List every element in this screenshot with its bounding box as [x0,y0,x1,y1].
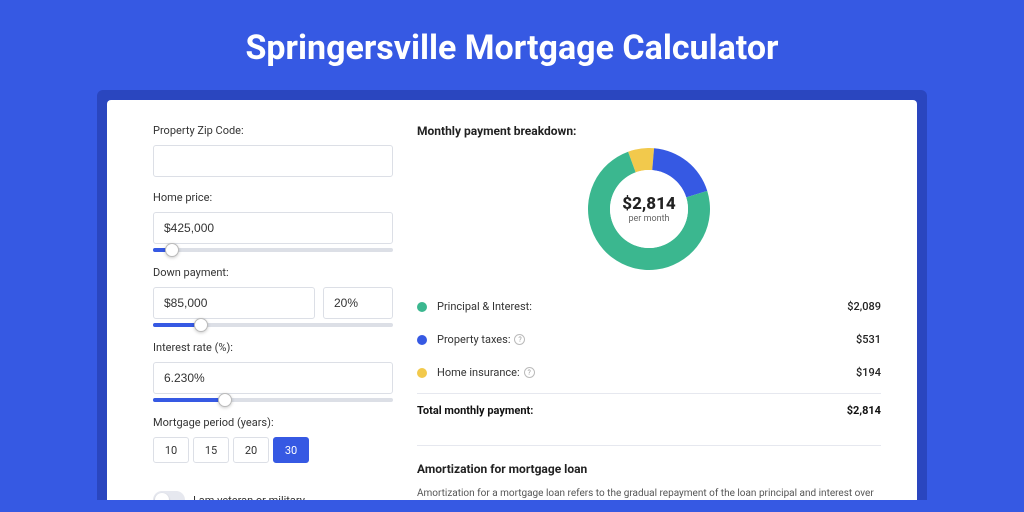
period-button-30[interactable]: 30 [273,437,309,463]
down-payment-field-block: Down payment: [153,266,393,327]
breakdown-value: $2,089 [847,300,881,313]
total-label: Total monthly payment: [417,404,847,417]
calculator-card: Property Zip Code: Home price: Down paym… [107,100,917,500]
period-label: Mortgage period (years): [153,416,393,429]
breakdown-value: $531 [856,333,881,346]
donut-center-value: $2,814 [622,194,675,214]
interest-input[interactable] [153,362,393,394]
period-button-10[interactable]: 10 [153,437,189,463]
inputs-column: Property Zip Code: Home price: Down paym… [153,124,393,500]
down-payment-slider[interactable] [153,323,393,327]
veteran-toggle[interactable] [153,491,185,500]
legend-dot [417,302,427,312]
zip-input[interactable] [153,145,393,177]
breakdown-value: $194 [856,366,881,379]
slider-thumb[interactable] [218,393,232,407]
amortization-section: Amortization for mortgage loan Amortizat… [417,445,881,500]
legend-dot [417,335,427,345]
slider-thumb[interactable] [165,243,179,257]
legend-dot [417,368,427,378]
period-button-group: 10152030 [153,437,393,463]
interest-label: Interest rate (%): [153,341,393,354]
breakdown-row: Property taxes:?$531 [417,323,881,356]
down-payment-label: Down payment: [153,266,393,279]
period-field-block: Mortgage period (years): 10152030 [153,416,393,463]
breakdown-label: Property taxes:? [437,333,856,346]
breakdown-label: Home insurance:? [437,366,856,379]
zip-field-block: Property Zip Code: [153,124,393,177]
card-backdrop: Property Zip Code: Home price: Down paym… [97,90,927,500]
breakdown-row: Home insurance:?$194 [417,356,881,389]
amortization-title: Amortization for mortgage loan [417,462,881,476]
interest-slider[interactable] [153,398,393,402]
info-icon[interactable]: ? [524,367,535,378]
toggle-knob [155,493,169,500]
breakdown-label: Principal & Interest: [437,300,847,313]
home-price-slider[interactable] [153,248,393,252]
donut-center: $2,814 per month [610,170,688,248]
period-button-15[interactable]: 15 [193,437,229,463]
total-value: $2,814 [847,404,881,417]
slider-thumb[interactable] [194,318,208,332]
down-payment-amount-input[interactable] [153,287,315,319]
breakdown-title: Monthly payment breakdown: [417,124,881,138]
interest-field-block: Interest rate (%): [153,341,393,402]
breakdown-column: Monthly payment breakdown: $2,814 per mo… [417,124,881,500]
down-payment-percent-input[interactable] [323,287,393,319]
donut-chart: $2,814 per month [588,148,710,270]
home-price-label: Home price: [153,191,393,204]
donut-chart-wrap: $2,814 per month [417,148,881,270]
breakdown-list: Principal & Interest:$2,089Property taxe… [417,290,881,389]
period-button-20[interactable]: 20 [233,437,269,463]
total-row: Total monthly payment: $2,814 [417,393,881,427]
amortization-body: Amortization for a mortgage loan refers … [417,486,881,500]
donut-center-sub: per month [628,214,669,224]
page-title: Springersville Mortgage Calculator [0,0,1024,90]
home-price-input[interactable] [153,212,393,244]
veteran-toggle-row: I am veteran or military [153,491,393,500]
info-icon[interactable]: ? [514,334,525,345]
veteran-label: I am veteran or military [193,494,305,501]
zip-label: Property Zip Code: [153,124,393,137]
home-price-field-block: Home price: [153,191,393,252]
breakdown-row: Principal & Interest:$2,089 [417,290,881,323]
